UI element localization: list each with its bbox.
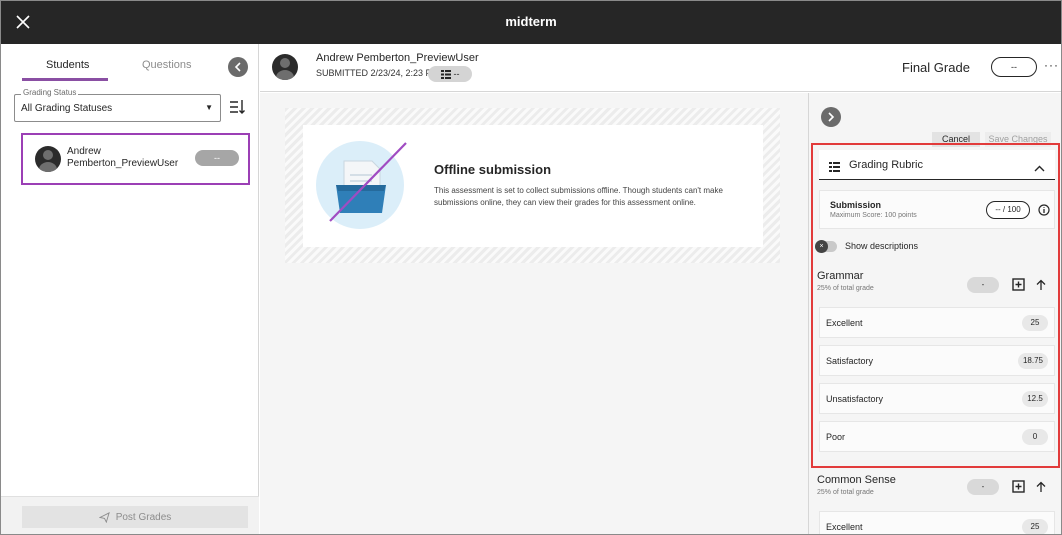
final-grade-label: Final Grade [902, 60, 970, 75]
tab-students[interactable]: Students [46, 59, 89, 71]
rubric-grid-icon [440, 69, 451, 79]
offline-description: This assessment is set to collect submis… [434, 186, 723, 207]
offline-submission-card: Offline submission This assessment is se… [303, 125, 763, 247]
attempt-grade-value: -- [453, 69, 460, 79]
active-tab-indicator [22, 78, 108, 81]
grading-status-value: All Grading Statuses [21, 103, 113, 114]
collapse-panel-button[interactable] [228, 57, 248, 77]
attempt-grade-pill[interactable]: -- [428, 66, 472, 82]
send-icon [98, 511, 110, 523]
student-name: Andrew Pemberton_PreviewUser [67, 146, 179, 169]
students-panel: Students Questions Grading Status All Gr… [0, 44, 259, 535]
student-grade-pill[interactable]: -- [195, 150, 239, 166]
grading-status-select[interactable]: Grading Status All Grading Statuses ▼ [14, 88, 221, 122]
student-list-item[interactable]: Andrew Pemberton_PreviewUser -- [21, 133, 250, 185]
more-options-icon[interactable]: ··· [1044, 58, 1059, 72]
submission-date: SUBMITTED 2/23/24, 2:23 PM [316, 68, 440, 78]
page-title: midterm [505, 14, 557, 29]
level-points: 25 [1022, 519, 1048, 535]
post-grades-button[interactable]: Post Grades [22, 506, 248, 528]
avatar [35, 146, 61, 172]
rubric-panel: Cancel Save Changes Grading Rubric Submi… [808, 93, 1062, 535]
final-grade-input[interactable]: -- [991, 57, 1037, 77]
collapse-rubric-button[interactable] [821, 107, 841, 127]
offline-folder-illustration [314, 133, 414, 233]
rubric-level-row[interactable]: Excellent 25 [819, 511, 1055, 535]
post-grades-label: Post Grades [115, 511, 172, 523]
panel-tabs: Students Questions [0, 44, 259, 81]
chevron-left-icon [234, 62, 241, 72]
post-grades-bar: Post Grades [0, 496, 259, 535]
avatar [272, 54, 298, 80]
rubric-highlight-outline [811, 143, 1060, 468]
caret-down-icon: ▼ [205, 103, 213, 112]
submission-content: Offline submission This assessment is se… [260, 93, 808, 535]
arrow-up-icon[interactable] [1035, 480, 1047, 492]
add-feedback-icon[interactable] [1012, 480, 1025, 493]
tab-questions[interactable]: Questions [142, 59, 192, 71]
top-bar: midterm [0, 0, 1062, 44]
criterion-title: Common Sense [817, 474, 896, 486]
level-name: Excellent [826, 522, 863, 532]
submission-student-name: Andrew Pemberton_PreviewUser [316, 52, 479, 64]
criterion-score-pill[interactable]: - [967, 479, 999, 495]
submission-header: Andrew Pemberton_PreviewUser SUBMITTED 2… [260, 44, 1062, 92]
chevron-right-icon [828, 112, 835, 122]
offline-title: Offline submission [434, 162, 552, 177]
criterion-weight: 25% of total grade [817, 489, 874, 496]
sort-icon[interactable] [227, 97, 247, 117]
grading-status-label: Grading Status [21, 88, 79, 97]
